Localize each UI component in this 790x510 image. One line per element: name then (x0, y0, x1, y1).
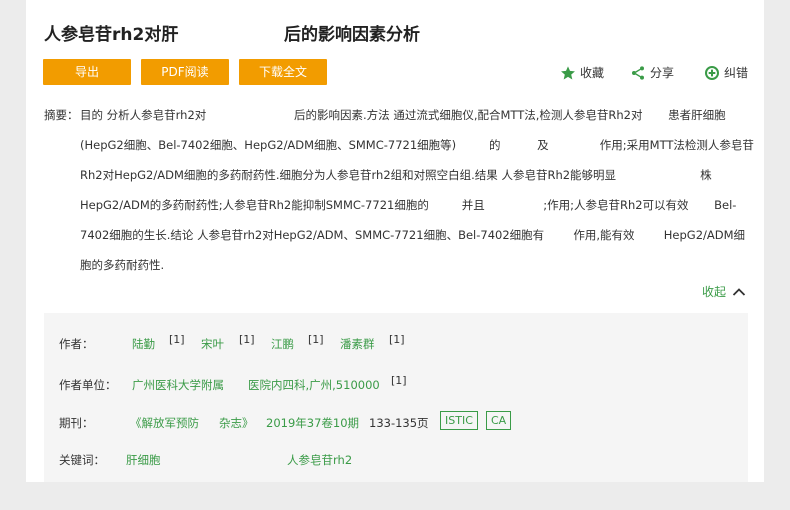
report-error-action[interactable]: 纠错 (704, 64, 748, 81)
affiliation-label: 作者单位： (59, 378, 117, 392)
author-ref: [1] (169, 333, 185, 346)
affiliation-link[interactable]: 广州医科大学附属 (132, 377, 224, 393)
keywords-label: 关键词： (59, 453, 105, 467)
author-ref: [1] (239, 333, 255, 346)
favorite-action[interactable]: 收藏 (560, 64, 604, 81)
share-icon (631, 65, 644, 80)
article-card: 人参皂苷rh2对肝 后的影响因素分析 导出 PDF阅读 下载全文 收藏 分享 纠… (26, 0, 764, 482)
journal-issue-link[interactable]: 2019年37卷10期 (266, 415, 359, 431)
author-ref: [1] (308, 333, 324, 346)
author-link[interactable]: 江鹏 (271, 336, 294, 352)
plus-circle-icon (704, 65, 719, 80)
title-part-1: 人参皂苷rh2对肝 (44, 25, 179, 45)
ca-badge[interactable]: CA (486, 411, 512, 430)
abstract-line: Rh2对HepG2/ADM细胞的多药耐药性.细胞分为人参皂苷rh2组和对照空白组… (80, 168, 712, 182)
author-link[interactable]: 宋叶 (201, 336, 224, 352)
author-link[interactable]: 陆勤 (132, 336, 155, 352)
share-action[interactable]: 分享 (630, 64, 674, 81)
article-metadata: 作者： 陆勤 [1] 宋叶 [1] 江鹏 [1] 潘素群 [1] 作者单位： 广… (44, 313, 748, 482)
authors-label: 作者： (59, 337, 94, 351)
collapse-toggle[interactable]: 收起 (702, 283, 746, 300)
abstract-line: 7402细胞的生长.结论 人参皂苷rh2对HepG2/ADM、SMMC-7721… (80, 228, 746, 242)
report-error-label: 纠错 (723, 66, 748, 80)
article-title: 人参皂苷rh2对肝 后的影响因素分析 (44, 20, 764, 45)
export-button[interactable]: 导出 (43, 59, 131, 85)
abstract-line: 胞的多药耐药性. (80, 258, 165, 272)
abstract-line: HepG2/ADM的多药耐药性;人参皂苷Rh2能抑制SMMC-7721细胞的 并… (80, 198, 737, 212)
journal-label: 期刊： (59, 416, 94, 430)
journal-link[interactable]: 《解放军预防 (130, 415, 199, 431)
author-ref: [1] (389, 333, 405, 346)
favorite-label: 收藏 (579, 66, 604, 80)
abstract-label: 摘要： (44, 108, 79, 122)
keyword-link[interactable]: 人参皂苷rh2 (287, 452, 352, 468)
star-icon (561, 65, 575, 80)
istic-badge[interactable]: ISTIC (440, 411, 478, 430)
author-link[interactable]: 潘素群 (340, 336, 375, 352)
journal-link[interactable]: 杂志》 (219, 415, 254, 431)
download-fulltext-button[interactable]: 下载全文 (239, 59, 327, 85)
abstract-line: 目的 分析人参皂苷rh2对 后的影响因素.方法 通过流式细胞仪,配合MTT法,检… (80, 108, 726, 122)
keyword-link[interactable]: 肝细胞 (126, 452, 161, 468)
title-part-2: 后的影响因素分析 (284, 25, 420, 45)
chevron-up-icon (732, 287, 746, 296)
collapse-label: 收起 (701, 285, 726, 299)
abstract-line: (HepG2细胞、Bel-7402细胞、HepG2/ADM细胞、SMMC-772… (80, 138, 754, 152)
share-label: 分享 (649, 66, 674, 80)
affiliation-ref: [1] (391, 374, 407, 387)
pdf-read-button[interactable]: PDF阅读 (141, 59, 229, 85)
affiliation-link[interactable]: 医院内四科,广州,510000 (248, 377, 380, 393)
journal-pages: 133-135页 (369, 416, 429, 430)
